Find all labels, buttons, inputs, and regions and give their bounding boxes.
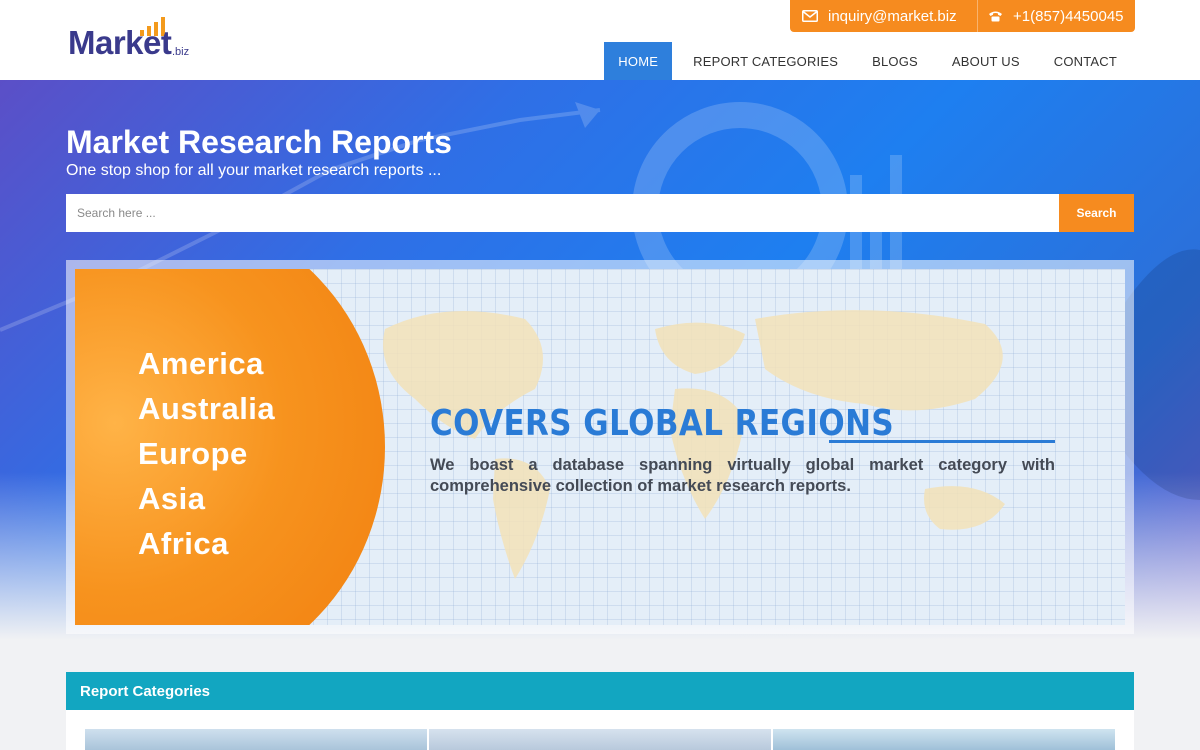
banner-heading: COVERS GLOBAL REGIONS xyxy=(430,403,895,444)
search-bar: Search xyxy=(66,194,1134,232)
contact-phone-text: +1(857)4450045 xyxy=(1013,7,1124,25)
nav-blogs[interactable]: BLOGS xyxy=(855,42,935,80)
envelope-icon xyxy=(802,10,818,22)
world-map-graphic xyxy=(383,310,1005,579)
contact-email-text: inquiry@market.biz xyxy=(828,7,957,25)
nav-report-categories[interactable]: REPORT CATEGORIES xyxy=(676,42,855,80)
search-button[interactable]: Search xyxy=(1059,194,1134,232)
main-nav: HOME REPORT CATEGORIES BLOGS ABOUT US CO… xyxy=(604,42,1134,80)
hero-subtitle: One stop shop for all your market resear… xyxy=(66,162,442,179)
search-input[interactable] xyxy=(66,194,1059,232)
category-thumbnail[interactable] xyxy=(429,729,771,750)
global-regions-banner[interactable]: America Australia Europe Asia Africa COV… xyxy=(75,269,1125,625)
region-item: Asia xyxy=(138,481,206,516)
site-logo[interactable]: Market .biz xyxy=(68,16,198,64)
logo-text: Market xyxy=(68,24,172,61)
region-item: Africa xyxy=(138,526,229,561)
nav-home[interactable]: HOME xyxy=(604,42,673,80)
category-thumbnail[interactable] xyxy=(85,729,427,750)
category-thumbnail[interactable] xyxy=(773,729,1115,750)
nav-about-us[interactable]: ABOUT US xyxy=(935,42,1037,80)
contact-phone[interactable]: +1(857)4450045 xyxy=(978,0,1134,32)
contact-email[interactable]: inquiry@market.biz xyxy=(790,0,978,32)
contact-bar: inquiry@market.biz +1(857)4450045 xyxy=(790,0,1135,32)
banner-description: We boast a database spanning virtually g… xyxy=(430,456,1055,495)
hero-title: Market Research Reports xyxy=(66,124,452,160)
report-categories-title: Report Categories xyxy=(80,682,211,700)
phone-icon xyxy=(989,11,1002,22)
nav-contact[interactable]: CONTACT xyxy=(1037,42,1134,80)
logo-suffix: .biz xyxy=(172,46,190,58)
regions-list: America Australia Europe Asia Africa xyxy=(138,341,275,566)
site-header: Market .biz inquiry@market.biz +1(857)44… xyxy=(0,0,1200,80)
region-item: Europe xyxy=(138,436,248,471)
banner-heading-underline xyxy=(829,440,1055,443)
region-item: Australia xyxy=(138,391,276,426)
region-item: America xyxy=(138,346,264,381)
report-categories-header: Report Categories xyxy=(66,672,1134,710)
